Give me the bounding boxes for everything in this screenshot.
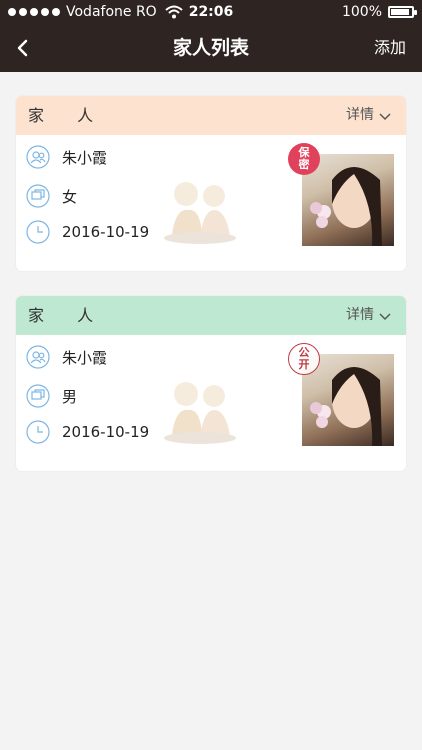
- nav-bar: 家人列表 添加: [0, 24, 422, 72]
- battery-icon: [388, 6, 417, 18]
- chat-icon: [26, 384, 50, 408]
- member-gender: 女: [62, 187, 78, 206]
- detail-label: 详情: [346, 307, 374, 323]
- gender-row: 女: [26, 184, 77, 208]
- member-gender: 男: [62, 387, 78, 406]
- elderly-couple-watermark: [164, 382, 236, 444]
- chevron-down-icon: [379, 112, 391, 120]
- name-row: 朱小霞: [26, 345, 107, 369]
- family-card: 家 人 详情 朱小霞 男 2016-10-19 公 开: [16, 296, 406, 471]
- add-button[interactable]: 添加: [374, 24, 406, 72]
- card-header: 家 人 详情: [16, 96, 406, 135]
- users-icon: [26, 345, 50, 369]
- card-title: 家 人: [28, 106, 108, 125]
- member-name: 朱小霞: [62, 348, 108, 367]
- detail-button[interactable]: 详情: [346, 96, 392, 135]
- member-date: 2016-10-19: [62, 423, 150, 441]
- card-header: 家 人 详情: [16, 296, 406, 335]
- date-row: 2016-10-19: [26, 220, 149, 244]
- member-date: 2016-10-19: [62, 223, 150, 241]
- date-row: 2016-10-19: [26, 420, 149, 444]
- member-name: 朱小霞: [62, 148, 108, 167]
- status-bar: Vodafone RO 22:06 100%: [0, 0, 422, 24]
- top-bar: Vodafone RO 22:06 100% 家人列表 添加: [0, 0, 422, 72]
- page-title: 家人列表: [172, 37, 249, 59]
- chevron-down-icon: [379, 312, 391, 320]
- name-row: 朱小霞: [26, 145, 107, 169]
- gender-row: 男: [26, 384, 77, 408]
- battery-group: 100%: [341, 0, 417, 24]
- battery-percent: 100%: [341, 4, 382, 20]
- card-title: 家 人: [28, 306, 108, 325]
- clock-icon: [26, 220, 50, 244]
- chat-icon: [26, 184, 50, 208]
- privacy-stamp: 保密: [288, 143, 320, 175]
- users-icon: [26, 145, 50, 169]
- detail-button[interactable]: 详情: [346, 296, 392, 335]
- elderly-couple-watermark: [164, 182, 236, 244]
- clock-icon: [26, 420, 50, 444]
- family-card: 家 人 详情 朱小霞 女 2016-10-19 保 密: [16, 96, 406, 271]
- detail-label: 详情: [346, 107, 374, 123]
- privacy-stamp: 公开: [288, 343, 320, 375]
